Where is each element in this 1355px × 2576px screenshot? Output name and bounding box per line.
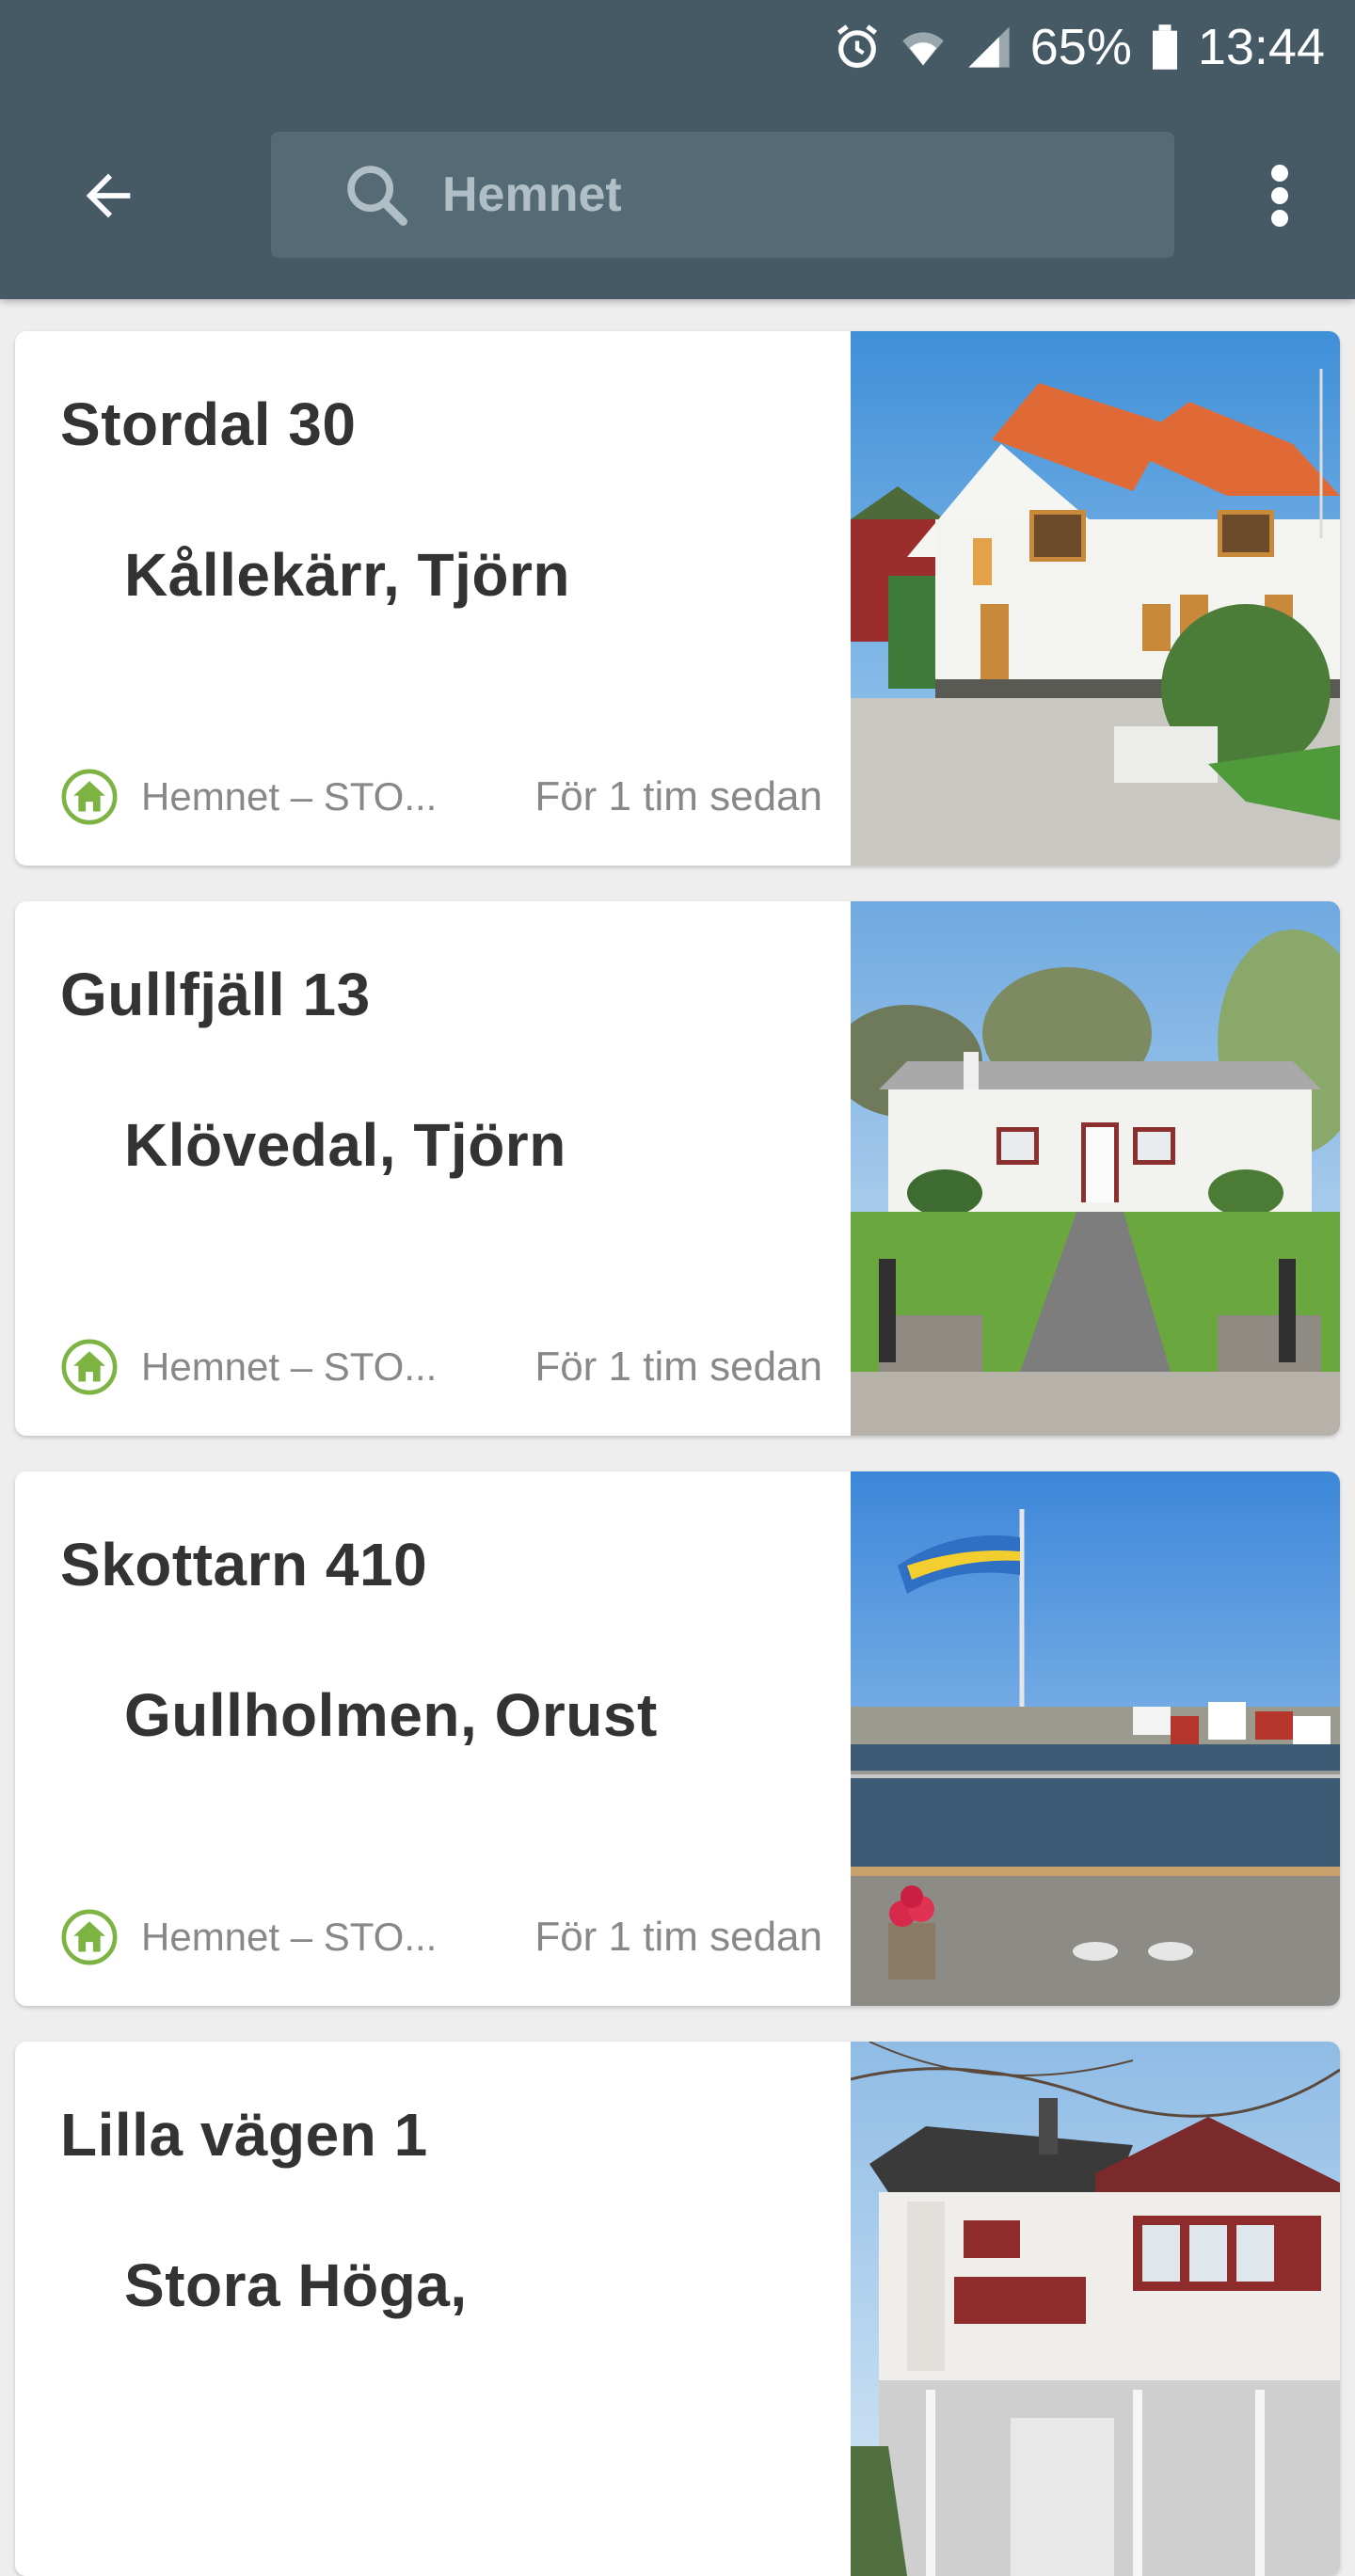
- listing-card[interactable]: Skottarn 410 Gullholmen, Orust Hemnet – …: [15, 1471, 1340, 2006]
- house-photo: [851, 2042, 1340, 2576]
- listing-time: För 1 tim sedan: [534, 1344, 822, 1390]
- listing-time: För 1 tim sedan: [534, 1914, 822, 1960]
- signal-icon: [964, 23, 1013, 72]
- listing-card[interactable]: Gullfjäll 13 Klövedal, Tjörn Hemnet – ST…: [15, 901, 1340, 1436]
- listing-location: Kållekärr, Tjörn: [124, 541, 570, 609]
- battery-icon: [1149, 23, 1181, 72]
- listing-location: Klövedal, Tjörn: [124, 1111, 566, 1179]
- home-icon: [60, 1338, 119, 1396]
- alarm-icon: [833, 23, 882, 72]
- house-photo: [851, 901, 1340, 1436]
- search-icon: [339, 157, 414, 232]
- overflow-menu-button[interactable]: [1242, 151, 1317, 245]
- listing-card[interactable]: Lilla vägen 1 Stora Höga,: [15, 2042, 1340, 2576]
- arrow-left-icon: [75, 163, 141, 233]
- listing-source: Hemnet – STO...: [141, 774, 438, 819]
- home-icon: [60, 768, 119, 826]
- listing-title: Stordal 30: [60, 390, 357, 458]
- back-button[interactable]: [56, 151, 160, 245]
- home-icon: [60, 1908, 119, 1966]
- listing-location: Stora Höga,: [124, 2251, 468, 2319]
- listing-source: Hemnet – STO...: [141, 1344, 438, 1389]
- listing-source: Hemnet – STO...: [141, 1915, 438, 1959]
- listing-title: Skottarn 410: [60, 1531, 428, 1598]
- listing-location: Gullholmen, Orust: [124, 1681, 658, 1749]
- listing-footer: Hemnet – STO... För 1 tim sedan: [60, 764, 822, 830]
- search-query: Hemnet: [442, 167, 622, 222]
- listing-footer: Hemnet – STO... För 1 tim sedan: [60, 1904, 822, 1970]
- status-bar: 65% 13:44: [833, 11, 1325, 83]
- app-bar: 65% 13:44 Hemnet: [0, 0, 1355, 299]
- more-vert-icon: [1268, 162, 1291, 234]
- search-input[interactable]: Hemnet: [271, 132, 1174, 258]
- listing-title: Lilla vägen 1: [60, 2101, 428, 2169]
- listing-title: Gullfjäll 13: [60, 961, 371, 1028]
- battery-percentage: 65%: [1029, 19, 1132, 75]
- harbor-photo: [851, 1471, 1340, 2006]
- house-photo: [851, 331, 1340, 866]
- listing-card[interactable]: Stordal 30 Kållekärr, Tjörn Hemnet – STO…: [15, 331, 1340, 866]
- listing-time: För 1 tim sedan: [534, 773, 822, 819]
- clock: 13:44: [1197, 19, 1325, 75]
- listing-footer: Hemnet – STO... För 1 tim sedan: [60, 1334, 822, 1400]
- wifi-icon: [899, 23, 948, 72]
